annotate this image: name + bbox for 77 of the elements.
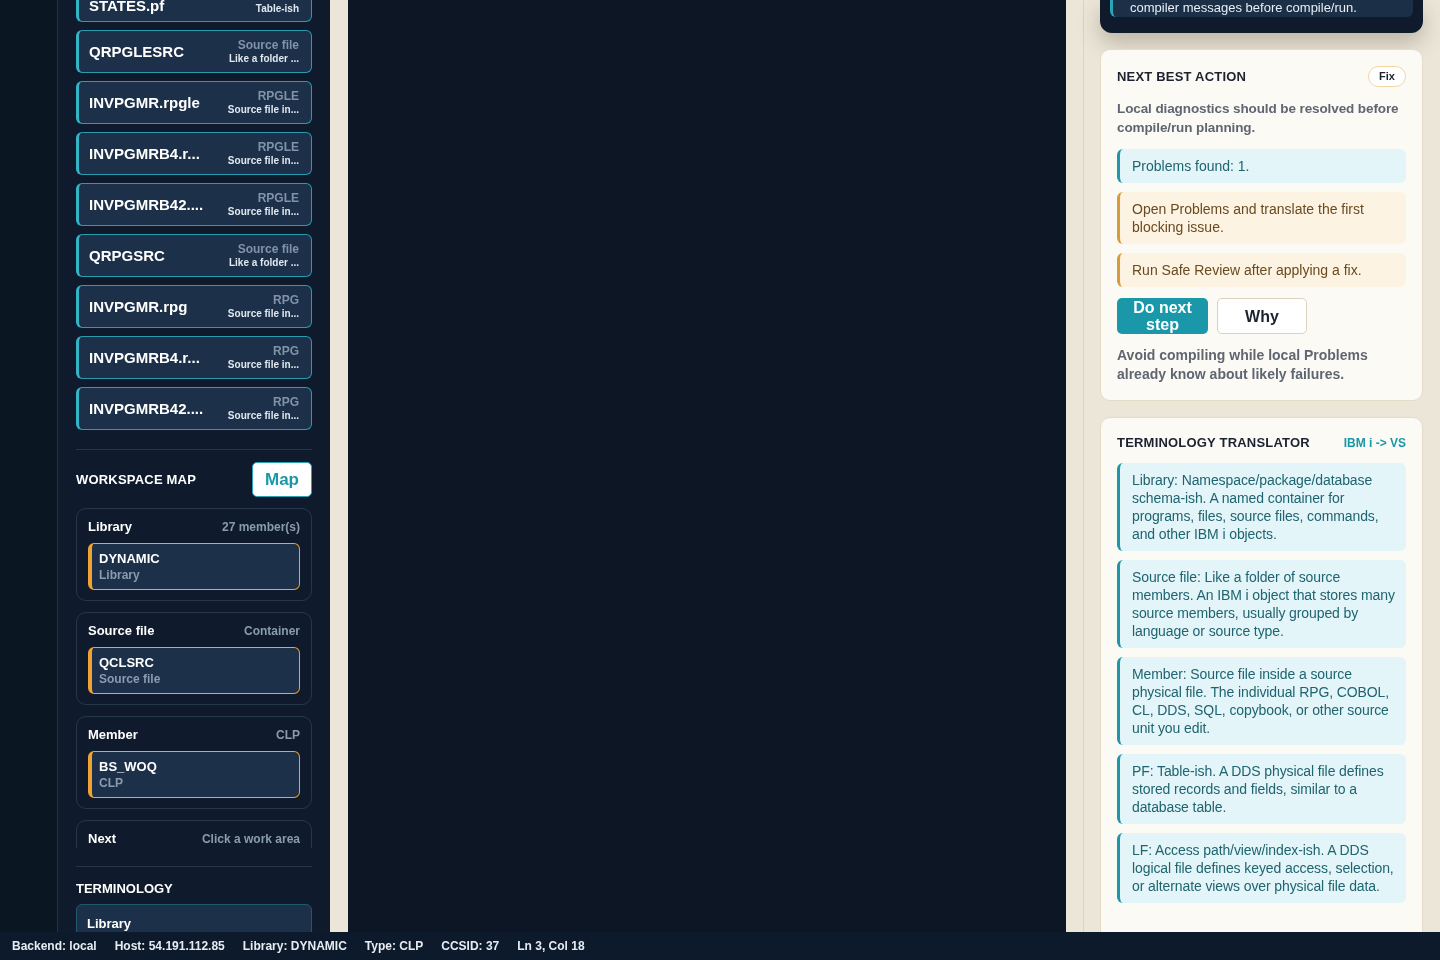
- object-description: Source file in...: [227, 307, 299, 320]
- status-item: Ln 3, Col 18: [517, 938, 585, 955]
- group-label: Member: [88, 725, 138, 744]
- object-name: INVPGMR.rpg: [89, 297, 188, 316]
- object-type: RPG: [273, 293, 299, 307]
- map-node-card[interactable]: DYNAMIC Library: [88, 543, 300, 590]
- note-text: Avoid compiling while local Problems already know about likely failures.: [1117, 346, 1369, 384]
- fix-badge: Fix: [1368, 66, 1406, 87]
- object-description: Source file in...: [227, 103, 299, 116]
- status-item: Backend: local: [12, 938, 97, 955]
- term-label: Library: [87, 916, 132, 931]
- source-object-card[interactable]: INVPGMR.rpgle RPGLE Source file in...: [76, 81, 312, 124]
- source-object-card[interactable]: INVPGMRB42.... RPGLE Source file in...: [76, 183, 312, 226]
- term-definition: Member: Source file inside a source physical file. The individual RPG, COBOL, CL, DDS, SQL, copybook, or other source unit you edit.: [1117, 657, 1406, 745]
- summary-text: Local diagnostics should be resolved before compile/run planning.: [1117, 100, 1400, 137]
- status-item: CCSID: 37: [441, 938, 500, 955]
- why-button[interactable]: Why: [1217, 298, 1307, 334]
- source-object-card[interactable]: QRPGLESRC Source file Like a folder ...: [76, 30, 312, 73]
- info-callout: Problems found: 1.: [1117, 149, 1406, 183]
- term-definition: PF: Table-ish. A DDS physical file defines stored records and fields, similar to a database table.: [1117, 754, 1406, 824]
- node-name: QCLSRC: [99, 654, 154, 671]
- object-name: STATES.pf: [89, 0, 165, 15]
- object-type: RPG: [273, 395, 299, 409]
- status-item: Library: DYNAMIC: [242, 938, 347, 955]
- section-heading: TERMINOLOGY: [76, 881, 173, 897]
- term-definition: LF: Access path/view/index-ish. A DDS logical file defines keyed access, selection, or alternate views over physical file data.: [1117, 833, 1406, 903]
- source-object-card[interactable]: INVPGMRB4.r... RPGLE Source file in...: [76, 132, 312, 175]
- group-meta: Container: [244, 622, 300, 640]
- source-object-card[interactable]: INVPGMRB4.r... RPG Source file in...: [76, 336, 312, 379]
- status-item: Type: CLP: [364, 938, 424, 955]
- source-object-card[interactable]: STATES.pf Table-ish: [76, 0, 312, 22]
- group-meta: Click a work area: [201, 830, 300, 848]
- map-node-card[interactable]: QCLSRC Source file: [88, 647, 300, 694]
- object-type: RPGLE: [257, 191, 299, 205]
- object-description: Like a folder ...: [228, 52, 299, 65]
- term-definition: Library: Namespace/package/database schema-ish. A named container for programs, files, source files, commands, and other IBM i objects.: [1117, 463, 1406, 551]
- status-item: Host: 54.191.112.85: [114, 938, 225, 955]
- node-type: Library: [99, 567, 140, 583]
- section-heading: WORKSPACE MAP: [76, 470, 197, 489]
- card-title: NEXT BEST ACTION: [1117, 67, 1247, 86]
- object-name: QRPGSRC: [89, 246, 165, 265]
- object-type: Source file: [237, 242, 299, 256]
- node-type: Source file: [99, 671, 161, 687]
- object-name: INVPGMRB42....: [89, 195, 204, 214]
- group-meta: 27 member(s): [221, 518, 300, 536]
- object-description: Source file in...: [227, 358, 299, 371]
- warning-callout: Open Problems and translate the first blocking issue.: [1117, 192, 1406, 244]
- object-type: Source file: [237, 38, 299, 52]
- diagnostics-message: compiler messages before compile/run.: [1110, 0, 1413, 17]
- object-description: Source file in...: [227, 409, 299, 422]
- map-node-card[interactable]: BS_WOQ CLP: [88, 751, 300, 798]
- node-name: BS_WOQ: [99, 758, 157, 775]
- object-name: QRPGLESRC: [89, 42, 184, 61]
- object-name: INVPGMRB4.r...: [89, 348, 200, 367]
- source-object-card[interactable]: INVPGMRB42.... RPG Source file in...: [76, 387, 312, 430]
- object-description: Source file in...: [227, 205, 299, 218]
- object-name: INVPGMR.rpgle: [89, 93, 200, 112]
- source-object-card[interactable]: INVPGMR.rpg RPG Source file in...: [76, 285, 312, 328]
- object-description: Source file in...: [227, 154, 299, 167]
- object-name: INVPGMRB42....: [89, 399, 204, 418]
- group-label: Next: [88, 829, 117, 848]
- source-object-card[interactable]: QRPGSRC Source file Like a folder ...: [76, 234, 312, 277]
- object-description: Table-ish: [255, 2, 299, 15]
- term-definition: Source file: Like a folder of source members. An IBM i object that stores many source members, usually grouped by language or source type.: [1117, 560, 1406, 648]
- object-description: Like a folder ...: [228, 256, 299, 269]
- object-type: RPGLE: [257, 140, 299, 154]
- object-name: INVPGMRB4.r...: [89, 144, 200, 163]
- node-type: CLP: [99, 775, 123, 791]
- group-meta: CLP: [276, 726, 300, 744]
- object-type: RPG: [273, 344, 299, 358]
- node-name: DYNAMIC: [99, 550, 160, 567]
- direction-label: IBM i -> VS: [1343, 435, 1406, 452]
- group-label: Library: [88, 517, 133, 536]
- card-title: TERMINOLOGY TRANSLATOR: [1117, 434, 1310, 453]
- object-type: RPGLE: [257, 89, 299, 103]
- warning-callout: Run Safe Review after applying a fix.: [1117, 253, 1406, 287]
- group-label: Source file: [88, 621, 155, 640]
